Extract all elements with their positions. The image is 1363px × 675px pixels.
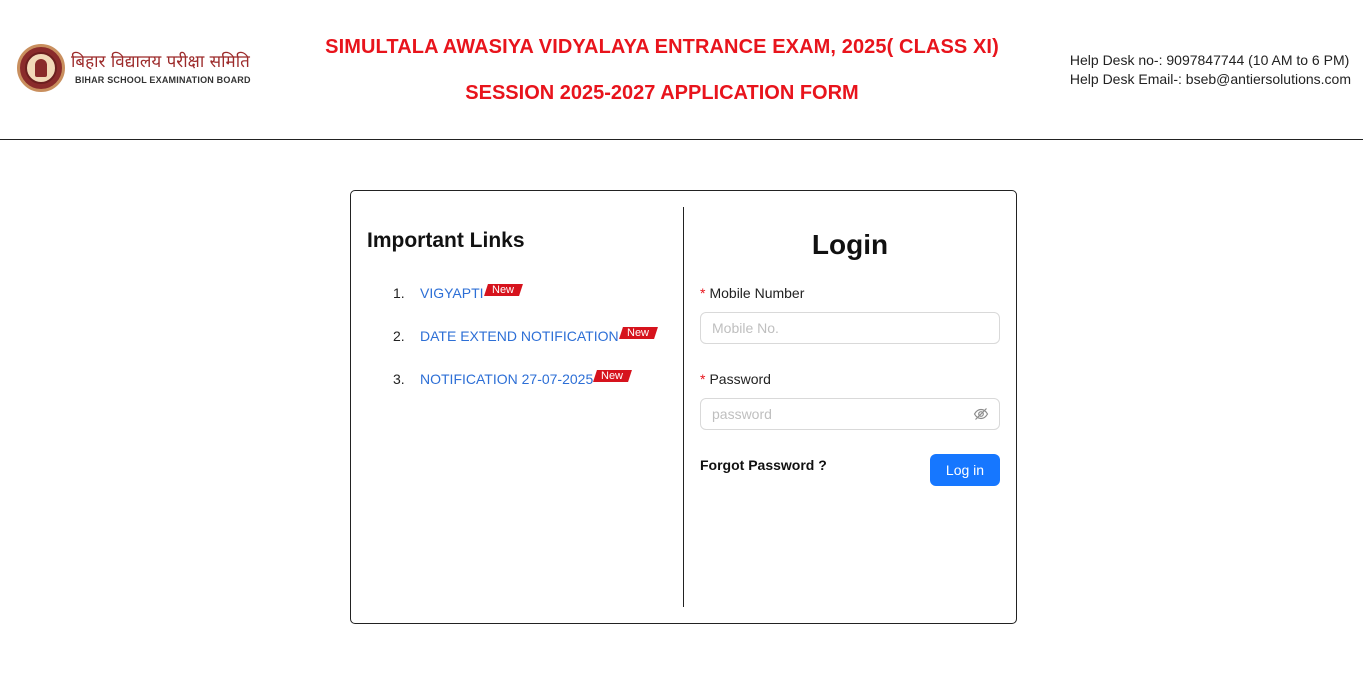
login-button[interactable]: Log in bbox=[930, 454, 1000, 486]
new-badge: New bbox=[618, 327, 658, 339]
link-notification-27-07-2025[interactable]: NOTIFICATION 27-07-2025 bbox=[420, 371, 593, 387]
password-input[interactable] bbox=[700, 398, 1000, 430]
login-title: Login bbox=[811, 229, 889, 260]
required-mark: * bbox=[700, 371, 706, 387]
new-badge: New bbox=[593, 370, 633, 382]
required-mark: * bbox=[700, 285, 706, 301]
mobile-number-input[interactable] bbox=[700, 312, 1000, 344]
page-header: बिहार विद्यालय परीक्षा समिति BIHAR SCHOO… bbox=[0, 0, 1363, 140]
link-vigyapti[interactable]: VIGYAPTI bbox=[420, 285, 484, 301]
forgot-password-link[interactable]: Forgot Password ? bbox=[700, 457, 827, 473]
mobile-number-label: * Mobile Number bbox=[700, 285, 805, 301]
list-item: 3. NOTIFICATION 27-07-2025 New bbox=[393, 369, 656, 389]
password-label: * Password bbox=[700, 371, 771, 387]
list-number: 1. bbox=[393, 285, 405, 301]
new-badge: New bbox=[483, 284, 523, 296]
list-item: 1. VIGYAPTI New bbox=[393, 283, 656, 303]
list-number: 3. bbox=[393, 371, 405, 387]
help-desk-phone: Help Desk no-: 9097847744 (10 AM to 6 PM… bbox=[1069, 52, 1350, 68]
login-card: Important Links 1. VIGYAPTI New 2. DATE … bbox=[350, 190, 1017, 624]
list-number: 2. bbox=[393, 328, 405, 344]
help-desk-info: Help Desk no-: 9097847744 (10 AM to 6 PM… bbox=[1070, 51, 1351, 89]
link-date-extend-notification[interactable]: DATE EXTEND NOTIFICATION bbox=[420, 328, 619, 344]
card-divider bbox=[683, 207, 684, 607]
list-item: 2. DATE EXTEND NOTIFICATION New bbox=[393, 326, 658, 346]
help-desk-email: Help Desk Email-: bseb@antiersolutions.c… bbox=[1069, 71, 1351, 87]
important-links-title: Important Links bbox=[367, 229, 525, 252]
important-links-list: 1. VIGYAPTI New 2. DATE EXTEND NOTIFICAT… bbox=[393, 283, 658, 412]
eye-off-icon[interactable] bbox=[973, 406, 989, 422]
